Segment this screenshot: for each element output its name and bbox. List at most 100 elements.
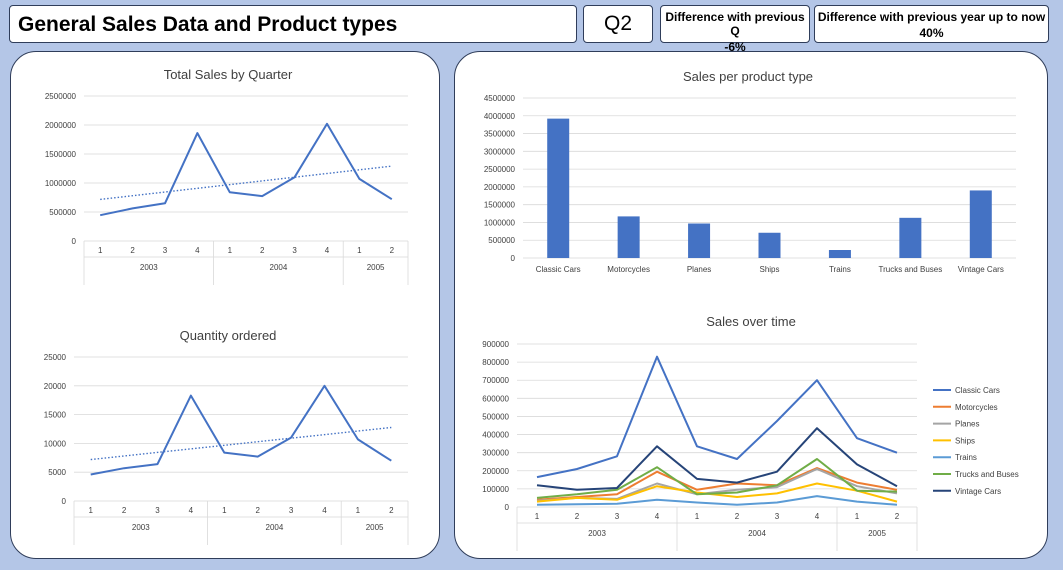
quantity-ordered-quarter-label: 2: [389, 506, 394, 515]
total-sales-y-tick-label: 1500000: [45, 150, 77, 159]
quantity-ordered-quarter-label: 4: [189, 506, 194, 515]
total-sales-quarter-label: 3: [163, 246, 168, 255]
product-sales-y-tick-label: 0: [511, 254, 516, 263]
quarter-value: Q2: [603, 12, 632, 35]
sales-over-time-quarter-label: 3: [615, 512, 620, 521]
total-sales-y-tick-label: 2000000: [45, 121, 77, 130]
product-sales-bar: [758, 232, 781, 258]
sales-over-time-legend-label: Trucks and Buses: [955, 470, 1019, 479]
total-sales-quarter-label: 4: [325, 246, 330, 255]
total-sales-quarter-label: 2: [130, 246, 135, 255]
sales-over-time-y-tick-label: 500000: [482, 412, 509, 421]
total-sales-y-tick-label: 1000000: [45, 179, 77, 188]
diff-prev-year-value: 40%: [919, 26, 944, 40]
right-charts-svg: Sales per product type050000010000001500…: [482, 69, 1019, 551]
sales-over-time-year-label: 2003: [588, 529, 606, 538]
total-sales-quarter-label: 1: [228, 246, 233, 255]
sales-over-time-series-line: [536, 355, 898, 479]
product-sales-bar: [899, 217, 922, 258]
right-charts-panel: Sales per product type 0 500000 1000000 1500…: [454, 51, 1048, 559]
sales-over-time-quarter-label: 2: [735, 512, 740, 521]
quantity-ordered-y-tick-label: 10000: [44, 439, 67, 448]
diff-prev-quarter-box: Difference with previous Q -6%: [660, 5, 810, 54]
product-sales-y-tick-label: 1500000: [484, 201, 516, 210]
product-sales-bar: [547, 118, 570, 258]
quantity-ordered-quarter-label: 1: [88, 506, 93, 515]
total-sales-quarter-label: 1: [98, 246, 103, 255]
total-sales-quarter-label: 3: [292, 246, 297, 255]
sales-over-time-y-tick-label: 700000: [482, 376, 509, 385]
product-sales-bar: [688, 223, 711, 258]
sales-over-time-legend-label: Trains: [955, 453, 977, 462]
quarter-box: Q2: [583, 5, 653, 43]
product-sales-bar: [617, 216, 640, 258]
sales-over-time-quarter-label: 4: [655, 512, 660, 521]
quantity-ordered-quarter-label: 1: [222, 506, 227, 515]
total-sales-y-tick-label: 0: [72, 237, 77, 246]
diff-prev-quarter-label: Difference with previous Q: [665, 10, 805, 38]
sales-over-time-legend-label: Ships: [955, 436, 975, 445]
sales-over-time-y-tick-label: 100000: [482, 485, 509, 494]
diff-prev-year-box: Difference with previous year up to now …: [814, 5, 1049, 43]
total-sales-year-label: 2005: [367, 263, 385, 272]
total-sales-y-tick-label: 2500000: [45, 92, 77, 101]
sales-over-time-legend-label: Planes: [955, 420, 979, 429]
total-sales-title: Total Sales by Quarter: [164, 67, 293, 82]
quantity-ordered-quarter-label: 4: [322, 506, 327, 515]
quantity-ordered-y-tick-label: 25000: [44, 353, 67, 362]
sales-over-time-quarter-label: 2: [895, 512, 900, 521]
diff-prev-year-label: Difference with previous year up to now: [817, 10, 1046, 24]
sales-over-time-quarter-label: 2: [575, 512, 580, 521]
product-sales-category-label: Planes: [687, 265, 711, 274]
product-sales-title: Sales per product type: [683, 69, 813, 84]
total-sales-series-line: [99, 122, 393, 217]
dashboard-title-box: General Sales Data and Product types: [9, 5, 577, 43]
product-sales-y-tick-label: 1000000: [484, 218, 516, 227]
quantity-ordered-title: Quantity ordered: [180, 328, 277, 343]
total-sales-quarter-label: 2: [260, 246, 265, 255]
quantity-ordered-y-tick-label: 0: [62, 497, 67, 506]
product-sales-y-tick-label: 3500000: [484, 130, 516, 139]
quantity-ordered-quarter-label: 3: [289, 506, 294, 515]
total-sales-y-tick-label: 500000: [49, 208, 76, 217]
quantity-ordered-quarter-label: 2: [255, 506, 260, 515]
sales-over-time-y-tick-label: 800000: [482, 358, 509, 367]
quantity-ordered-y-tick-label: 20000: [44, 382, 67, 391]
product-sales-y-tick-label: 4000000: [484, 112, 516, 121]
quantity-ordered-series-line: [90, 384, 392, 476]
quantity-ordered-y-tick-label: 5000: [48, 468, 66, 477]
quantity-ordered-quarter-label: 2: [122, 506, 127, 515]
product-sales-y-tick-label: 2000000: [484, 183, 516, 192]
dashboard-title: General Sales Data and Product types: [18, 13, 398, 36]
quantity-ordered-quarter-label: 3: [155, 506, 160, 515]
product-sales-category-label: Motorcycles: [607, 265, 650, 274]
sales-over-time-y-tick-label: 0: [505, 503, 510, 512]
sales-over-time-y-tick-label: 400000: [482, 431, 509, 440]
sales-over-time-y-tick-label: 200000: [482, 467, 509, 476]
sales-over-time-quarter-label: 1: [855, 512, 860, 521]
total-sales-quarter-label: 4: [195, 246, 200, 255]
product-sales-category-label: Vintage Cars: [958, 265, 1004, 274]
sales-over-time-legend-label: Motorcycles: [955, 403, 998, 412]
left-charts-svg: Total Sales by Quarter050000010000001500…: [44, 67, 409, 545]
quantity-ordered-y-tick-label: 15000: [44, 411, 67, 420]
sales-over-time-year-label: 2004: [748, 529, 766, 538]
sales-over-time-legend-label: Classic Cars: [955, 386, 1000, 395]
product-sales-y-tick-label: 500000: [488, 236, 515, 245]
product-sales-y-tick-label: 3000000: [484, 147, 516, 156]
product-sales-category-label: Classic Cars: [536, 265, 581, 274]
total-sales-quarter-label: 1: [357, 246, 362, 255]
sales-over-time-quarter-label: 4: [815, 512, 820, 521]
quantity-ordered-year-label: 2003: [132, 523, 150, 532]
product-sales-category-label: Trains: [829, 265, 851, 274]
sales-over-time-y-tick-label: 300000: [482, 449, 509, 458]
quantity-ordered-quarter-label: 1: [356, 506, 361, 515]
total-sales-year-label: 2003: [140, 263, 158, 272]
total-sales-quarter-label: 2: [390, 246, 395, 255]
left-charts-panel: Total Sales by Quarter 0 500000 1000000 1500…: [10, 51, 440, 559]
product-sales-y-tick-label: 4500000: [484, 94, 516, 103]
sales-over-time-quarter-label: 1: [535, 512, 540, 521]
product-sales-category-label: Ships: [759, 265, 779, 274]
product-sales-y-tick-label: 2500000: [484, 165, 516, 174]
sales-over-time-y-tick-label: 600000: [482, 394, 509, 403]
